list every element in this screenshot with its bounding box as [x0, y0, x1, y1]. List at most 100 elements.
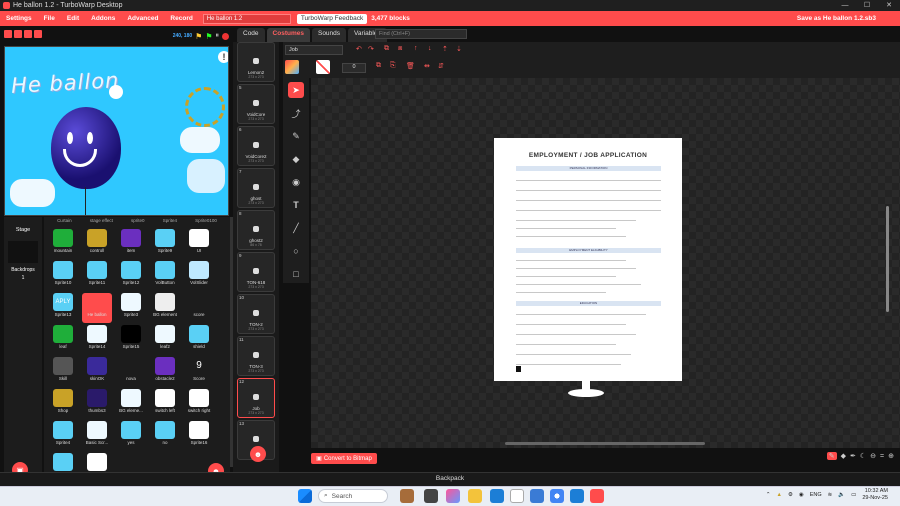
- sprite-tile[interactable]: mountain: [48, 229, 78, 259]
- sprite-tile[interactable]: BG eleme...: [116, 389, 146, 419]
- tab-costumes[interactable]: Costumes: [266, 28, 310, 42]
- sprite-tile[interactable]: BG element: [150, 293, 180, 323]
- wifi-icon[interactable]: ≋: [828, 492, 833, 498]
- tab-sounds[interactable]: Sounds: [311, 28, 347, 42]
- sprite-tile[interactable]: Sprite9: [150, 229, 180, 259]
- back-icon[interactable]: ⇣: [456, 45, 462, 53]
- sprite-tile[interactable]: Sprite3: [116, 293, 146, 323]
- stage-pane[interactable]: Stage Backdrops 1 ▣: [4, 217, 42, 487]
- menu-file[interactable]: File: [38, 15, 61, 22]
- sprite-tile[interactable]: Sprite4: [48, 421, 78, 451]
- normal-stage-icon[interactable]: [14, 30, 22, 38]
- chrome-icon[interactable]: [550, 489, 564, 503]
- save-as-button[interactable]: Save as He ballon 1.2.sb3: [797, 15, 876, 22]
- close-button[interactable]: ✕: [878, 0, 900, 11]
- choose-costume-button[interactable]: ☻: [250, 446, 266, 462]
- sprite-tile[interactable]: leaf2: [150, 325, 180, 355]
- costume-tile[interactable]: 11 TON-3 273 x 273: [237, 336, 275, 376]
- sprite-tile[interactable]: Sprite11: [82, 261, 112, 291]
- eraser-mode-icon[interactable]: ◆: [841, 452, 846, 460]
- rectangle-tool-icon[interactable]: □: [288, 266, 304, 282]
- menu-settings[interactable]: Settings: [0, 15, 38, 22]
- sprite-tile[interactable]: Sprite15: [116, 325, 146, 355]
- app-icon-blue[interactable]: [570, 489, 584, 503]
- volume-icon[interactable]: 🔈: [838, 492, 845, 498]
- sprite-tile[interactable]: Skill: [48, 357, 78, 387]
- large-stage-icon[interactable]: [24, 30, 32, 38]
- zoom-out-icon[interactable]: ⊖: [870, 452, 876, 460]
- tray-app-icon[interactable]: ◉: [799, 492, 804, 498]
- paste-icon[interactable]: ⎘: [390, 62, 396, 70]
- outline-color-icon[interactable]: [316, 60, 330, 74]
- sprite-tile[interactable]: VolSlider: [184, 261, 214, 291]
- zoom-in-icon[interactable]: ⊕: [888, 452, 894, 460]
- maximize-button[interactable]: ☐: [856, 0, 878, 11]
- sprite-tile[interactable]: obstacle2: [150, 357, 180, 387]
- select-tool-icon[interactable]: ➤: [288, 82, 304, 98]
- circle-tool-icon[interactable]: ○: [288, 243, 304, 259]
- text-tool-icon[interactable]: T: [288, 197, 304, 213]
- flag-icon[interactable]: ⚑: [195, 32, 202, 41]
- sprite-tile[interactable]: shield: [184, 325, 214, 355]
- undo-icon[interactable]: ↶: [356, 45, 362, 53]
- stage-canvas[interactable]: He ballon !: [4, 46, 229, 216]
- costume-tile[interactable]: 7 ghost 273 x 273: [237, 168, 275, 208]
- green-flag-icon[interactable]: ⚑: [205, 32, 212, 41]
- turbowarp-icon[interactable]: [590, 489, 604, 503]
- costume-tile[interactable]: 10 TON-2 273 x 273: [237, 294, 275, 334]
- mail-icon[interactable]: [530, 489, 544, 503]
- taskbar-search[interactable]: ⌕ Search: [318, 489, 388, 503]
- sprite-tile[interactable]: leaf: [48, 325, 78, 355]
- zoom-reset-icon[interactable]: =: [880, 453, 884, 460]
- info-icon[interactable]: !: [218, 51, 228, 63]
- copy-icon[interactable]: ⧉: [376, 62, 381, 70]
- start-icon[interactable]: [298, 489, 312, 503]
- sprite-tile[interactable]: score: [184, 293, 214, 323]
- canvas-horizontal-scrollbar[interactable]: [505, 442, 705, 445]
- clock[interactable]: 10:32 AM 29-Nov-25: [862, 488, 888, 502]
- group-icon[interactable]: ⧉: [384, 45, 389, 53]
- flip-vertical-icon[interactable]: ⇵: [438, 62, 444, 70]
- ungroup-icon[interactable]: ⧈: [398, 45, 402, 53]
- canvas-vertical-scrollbar[interactable]: [886, 206, 889, 312]
- tray-app-icon[interactable]: ▲: [777, 492, 782, 498]
- fill-tool-icon[interactable]: ◉: [288, 174, 304, 190]
- sprite-tile[interactable]: item: [116, 229, 146, 259]
- sprite-tile[interactable]: thumbs3: [82, 389, 112, 419]
- outline-size-input[interactable]: 0: [342, 63, 366, 73]
- copilot-icon[interactable]: [446, 489, 460, 503]
- sprite-tile[interactable]: no: [150, 421, 180, 451]
- convert-to-bitmap-button[interactable]: ▣ Convert to Bitmap: [311, 453, 377, 464]
- sprite-tile[interactable]: Sprite12: [116, 261, 146, 291]
- stop-icon[interactable]: [222, 32, 229, 40]
- brush-mode-icon[interactable]: ✎: [826, 452, 837, 460]
- minimize-button[interactable]: —: [834, 0, 856, 11]
- sprite-tile[interactable]: switch right: [184, 389, 214, 419]
- sprite-tile[interactable]: Basic Scr...: [82, 421, 112, 451]
- sprite-tile[interactable]: yes: [116, 421, 146, 451]
- delete-icon[interactable]: 🗑: [406, 62, 415, 70]
- sprite-tile[interactable]: Sprite16: [184, 421, 214, 451]
- sprite-tile[interactable]: Shop: [48, 389, 78, 419]
- file-explorer-icon[interactable]: [468, 489, 482, 503]
- tab-code[interactable]: Code: [237, 28, 265, 42]
- project-title-input[interactable]: He ballon 1.2: [202, 13, 291, 24]
- costume-tile[interactable]: 12 Job 273 x 273: [237, 378, 275, 418]
- line-tool-icon[interactable]: ╱: [288, 220, 304, 236]
- backward-icon[interactable]: ↓: [428, 45, 432, 52]
- reshape-tool-icon[interactable]: ⤴: [288, 105, 304, 121]
- sprite-tile[interactable]: 9 Score: [184, 357, 214, 387]
- sprite-tile[interactable]: UI: [184, 229, 214, 259]
- eraser-tool-icon[interactable]: ◆: [288, 151, 304, 167]
- sprite-tile[interactable]: Sprite14: [82, 325, 112, 355]
- sprite-tile[interactable]: skinOK: [82, 357, 112, 387]
- task-view-icon[interactable]: [424, 489, 438, 503]
- costume-tile[interactable]: 5 VoidCore 273 x 273: [237, 84, 275, 124]
- pause-icon[interactable]: ⏸: [216, 32, 220, 40]
- feedback-button[interactable]: TurboWarp Feedback: [296, 13, 368, 24]
- forward-icon[interactable]: ↑: [414, 45, 418, 52]
- fullscreen-icon[interactable]: [34, 30, 42, 38]
- edge-icon[interactable]: [490, 489, 504, 503]
- costume-name-input[interactable]: Job: [285, 45, 343, 55]
- sprite-tile[interactable]: VolButton: [150, 261, 180, 291]
